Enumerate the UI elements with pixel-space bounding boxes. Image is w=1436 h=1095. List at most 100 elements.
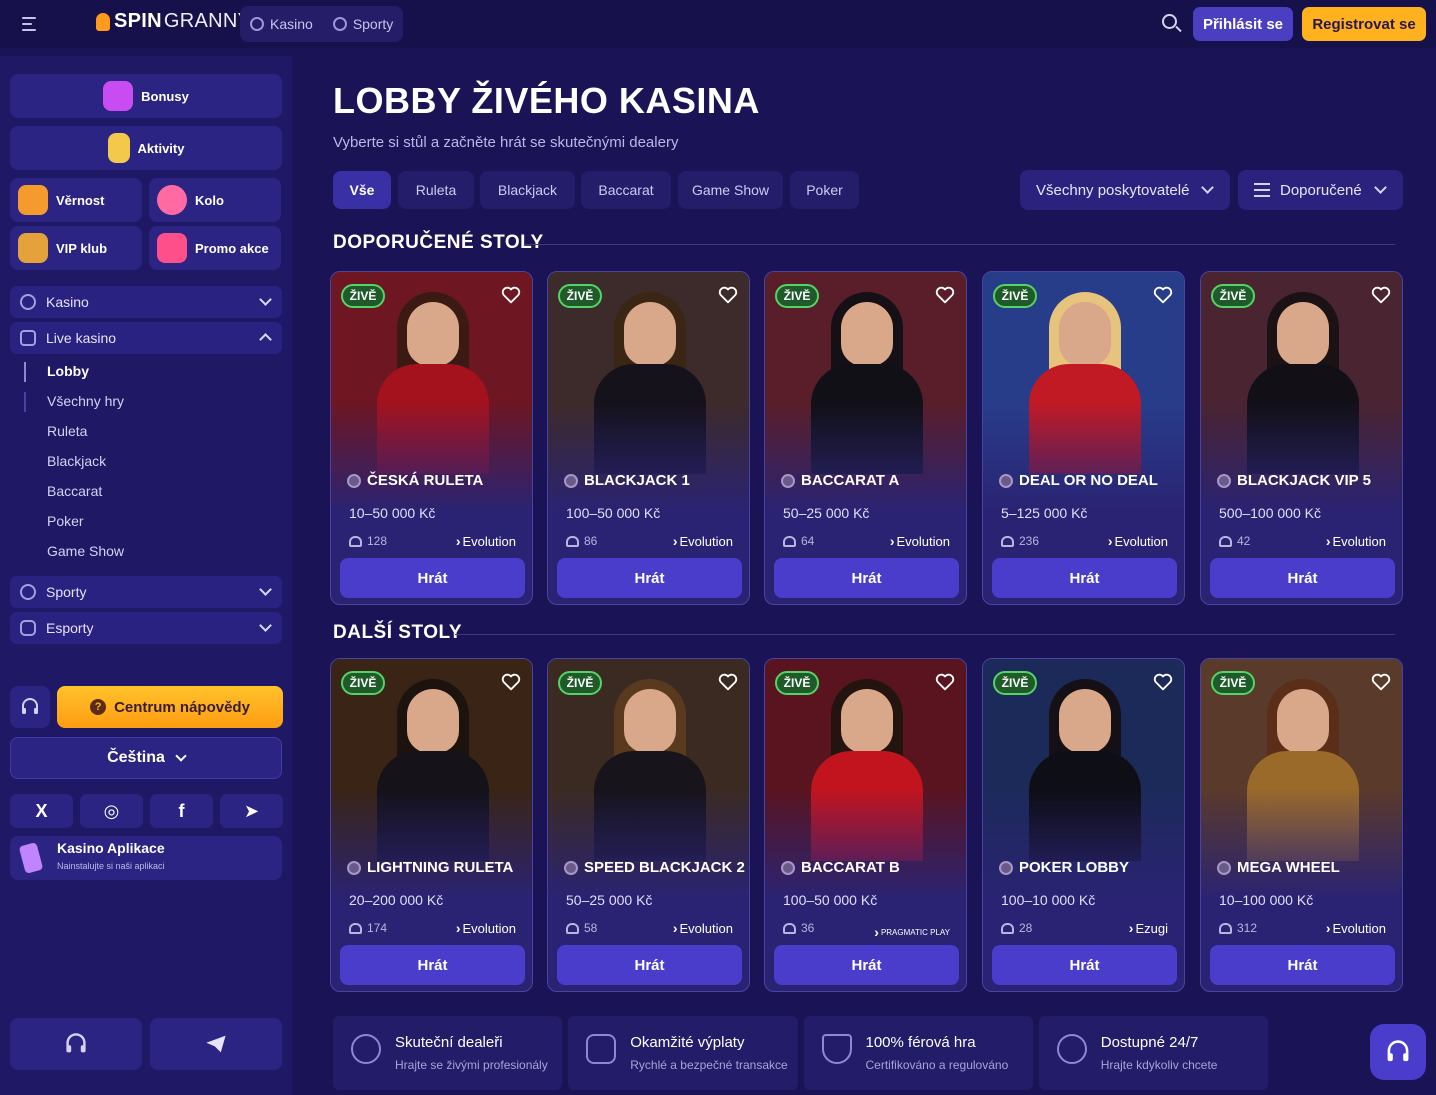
users-icon [1001,535,1014,547]
heart-icon[interactable] [500,284,522,306]
heart-icon[interactable] [1370,284,1392,306]
live-badge: ŽIVĚ [1211,284,1255,308]
table-card[interactable]: ŽIVĚ BLACKJACK 1 100–50 000 Kč 86 › Evolu… [547,271,750,605]
sidebar-item-esporty[interactable]: Esporty [10,612,282,644]
sidebar-item-kasino[interactable]: Kasino [10,286,282,318]
sidebar-item-sporty[interactable]: Sporty [10,576,282,608]
play-button[interactable]: Hrát [774,558,959,598]
sidebar-sub-ruleta[interactable]: Ruleta [47,423,87,439]
sidebar-promo-akce[interactable]: Promo akce [149,226,281,270]
table-card[interactable]: ŽIVĚ SPEED BLACKJACK 2 50–25 000 Kč 58 ›… [547,658,750,992]
play-button[interactable]: Hrát [1210,945,1395,985]
heart-icon[interactable] [1152,284,1174,306]
sidebar-sub-poker[interactable]: Poker [47,513,84,529]
help-center-button[interactable]: ? Centrum nápovědy [57,686,283,728]
x-icon[interactable]: X [10,794,73,828]
sidebar-aktivity[interactable]: Aktivity [10,126,282,170]
logo[interactable]: SPIN GRANNY [96,10,251,33]
facebook-icon[interactable]: f [150,794,213,828]
hamburger-menu-icon[interactable] [18,14,44,34]
sidebar-vernost[interactable]: Věrnost [10,178,142,222]
chip-icon [781,473,795,488]
provider-mark-icon: › [672,920,678,936]
player-count: 42 [1219,534,1250,548]
tab-vse[interactable]: Vše [333,171,391,209]
heart-icon[interactable] [1152,671,1174,693]
provider-mark-icon: › [889,533,895,549]
tab-blackjack[interactable]: Blackjack [480,171,575,209]
play-button[interactable]: Hrát [992,558,1177,598]
language-select[interactable]: Čeština [10,737,282,779]
submenu-line [24,392,26,412]
users-icon [783,535,796,547]
table-limits: 5–125 000 Kč [1001,505,1088,521]
table-card[interactable]: ŽIVĚ DEAL OR NO DEAL 5–125 000 Kč 236 › E… [982,271,1185,605]
dealers-icon [351,1034,381,1064]
table-card[interactable]: ŽIVĚ BACCARAT A 50–25 000 Kč 64 › Evoluti… [764,271,967,605]
tab-baccarat[interactable]: Baccarat [581,171,671,209]
sidebar-item-live-kasino[interactable]: Live kasino [10,322,282,354]
table-limits: 10–100 000 Kč [1219,892,1314,908]
heart-icon[interactable] [934,671,956,693]
heart-icon[interactable] [1370,671,1392,693]
play-button[interactable]: Hrát [774,945,959,985]
sidebar-sub-baccarat[interactable]: Baccarat [47,483,102,499]
play-button[interactable]: Hrát [992,945,1177,985]
heart-icon[interactable] [717,671,739,693]
play-button[interactable]: Hrát [1210,558,1395,598]
sort-select[interactable]: Doporučené [1238,170,1403,210]
topnav-kasino[interactable]: Kasino [250,16,313,32]
sidebar-sub-vsechny-hry[interactable]: Všechny hry [47,393,124,409]
chevron-down-icon [1374,181,1387,194]
table-card[interactable]: ŽIVĚ BACCARAT B 100–50 000 Kč 36 › PRAGMA… [764,658,967,992]
clock-icon [1056,1034,1087,1064]
topnav-sporty[interactable]: Sporty [332,16,393,32]
sidebar-vip-klub[interactable]: VIP klub [10,226,142,270]
provider-select[interactable]: Všechny poskytovatelé [1020,170,1230,210]
play-button[interactable]: Hrát [340,945,525,985]
tab-poker[interactable]: Poker [790,171,859,209]
sidebar-sub-blackjack[interactable]: Blackjack [47,453,106,469]
heart-icon[interactable] [500,671,522,693]
page-subtitle: Vyberte si stůl a začněte hrát se skuteč… [333,134,679,151]
table-card[interactable]: ŽIVĚ BLACKJACK VIP 5 500–100 000 Kč 42 ›… [1200,271,1403,605]
tab-game-show[interactable]: Game Show [678,171,783,209]
register-button[interactable]: Registrovat se [1302,7,1426,41]
heart-icon[interactable] [717,284,739,306]
table-card[interactable]: ŽIVĚ ČESKÁ RULETA 10–50 000 Kč 128 › Evol… [330,271,533,605]
table-name: BACCARAT B [781,859,900,876]
sidebar-sub-lobby[interactable]: Lobby [47,363,89,379]
sidebar-sub-game-show[interactable]: Game Show [47,543,124,559]
tab-ruleta[interactable]: Ruleta [398,171,474,209]
app-install-card[interactable]: Kasino Aplikace Nainstalujte si naši apl… [10,836,282,880]
soccer-ball-icon [332,17,347,31]
player-count: 86 [566,534,597,548]
features-strip: Skuteční dealeři Hrajte se živými profes… [333,1016,1268,1090]
table-card[interactable]: ŽIVĚ POKER LOBBY 100–10 000 Kč 28 › Ezugi… [982,658,1185,992]
support-headset-button[interactable] [10,686,50,728]
instagram-icon[interactable]: ◎ [80,794,143,828]
player-count: 28 [1001,921,1032,935]
shield-icon [821,1034,852,1064]
provider-mark-icon: › [1128,920,1134,936]
sidebar-bonusy[interactable]: Bonusy [10,74,282,118]
live-badge: ŽIVĚ [993,284,1037,308]
sidebar-kolo[interactable]: Kolo [149,178,281,222]
live-chat-button[interactable] [1370,1024,1426,1080]
login-button[interactable]: Přihlásit se [1193,7,1293,41]
sort-sliders-icon [1254,183,1270,197]
play-button[interactable]: Hrát [340,558,525,598]
active-indicator [24,362,26,382]
provider-logo: › Evolution [672,533,733,549]
search-icon[interactable] [1160,12,1184,36]
play-button[interactable]: Hrát [557,558,742,598]
heart-icon[interactable] [934,284,956,306]
telegram-icon[interactable]: ➤ [220,794,283,828]
users-icon [1219,922,1232,934]
table-card[interactable]: ŽIVĚ MEGA WHEEL 10–100 000 Kč 312 › Evolu… [1200,658,1403,992]
play-button[interactable]: Hrát [557,945,742,985]
telegram-button[interactable] [150,1018,282,1070]
table-limits: 50–25 000 Kč [783,505,870,521]
support-button[interactable] [10,1018,142,1070]
table-card[interactable]: ŽIVĚ LIGHTNING RULETA 20–200 000 Kč 174 … [330,658,533,992]
